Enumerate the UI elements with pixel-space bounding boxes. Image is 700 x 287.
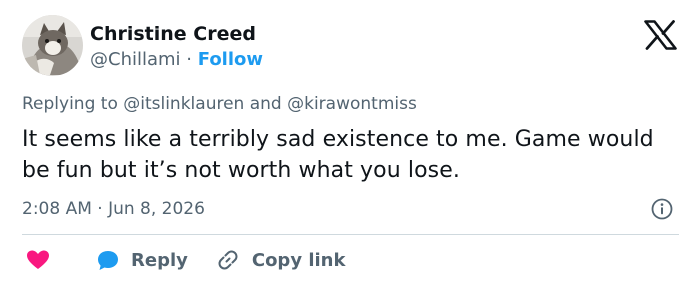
like-button[interactable] [22,247,51,273]
reply-context: Replying to @itslinklauren and @kirawont… [22,94,417,114]
action-bar: Reply Copy link [22,246,345,274]
link-icon [216,248,240,272]
follow-button[interactable]: Follow [198,49,263,70]
reply-button[interactable]: Reply [95,247,188,273]
x-logo-icon[interactable] [644,20,677,50]
info-icon[interactable] [651,198,673,220]
speech-bubble-icon [95,247,121,273]
heart-icon [25,247,51,273]
divider [22,234,679,235]
author-name[interactable]: Christine Creed [90,22,263,46]
author-meta: @Chillami · Follow [90,47,263,73]
copy-link-button[interactable]: Copy link [216,248,346,272]
timestamp[interactable]: 2:08 AM · Jun 8, 2026 [22,198,205,220]
author-handle[interactable]: @Chillami [90,49,181,70]
meta-separator: · [186,49,193,70]
tweet-text: It seems like a terribly sad existence t… [22,127,654,183]
copy-link-label: Copy link [251,249,346,271]
avatar[interactable] [22,15,83,76]
author-block: Christine Creed @Chillami · Follow [90,22,263,73]
reply-label: Reply [131,249,188,271]
